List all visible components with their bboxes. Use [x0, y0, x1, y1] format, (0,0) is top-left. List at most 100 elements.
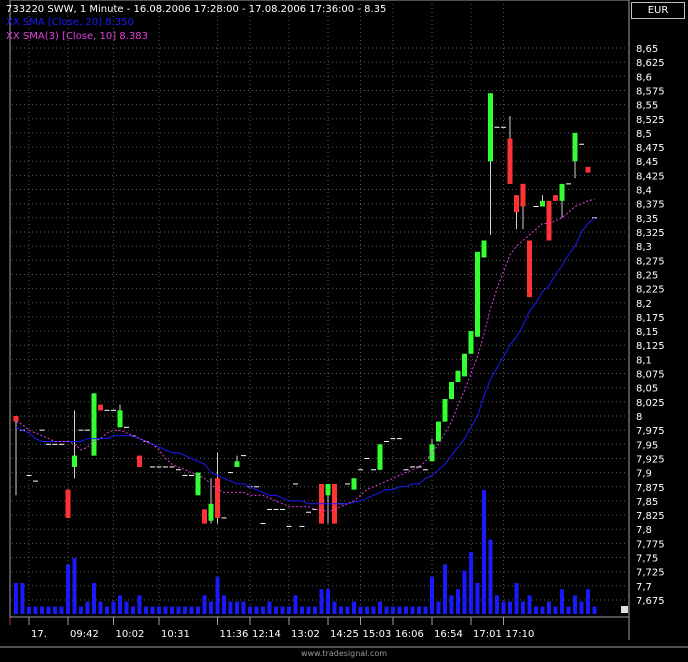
x-tick-label: 09:42	[70, 629, 99, 640]
candle-body	[488, 93, 493, 162]
y-tick-label: 8,075	[636, 370, 665, 381]
volume-bar	[521, 601, 525, 614]
candle-body	[559, 183, 565, 201]
volume-bar	[196, 606, 200, 614]
x-tick-label: 10:02	[116, 629, 145, 640]
candle-body	[481, 240, 487, 258]
volume-bar	[131, 606, 135, 614]
y-tick-label: 8,65	[636, 44, 658, 55]
volume-bar	[300, 606, 304, 614]
y-tick-label: 8,025	[636, 398, 665, 409]
candle-body	[585, 166, 591, 173]
legend-sma20: XX SMA [Close, 20] 8.350	[6, 17, 134, 28]
volume-bar	[566, 606, 571, 614]
volume-bar	[547, 601, 551, 614]
y-tick-label: 8,35	[636, 214, 658, 225]
y-tick-label: 8,125	[636, 341, 665, 352]
candle-body	[507, 138, 513, 184]
candle-body	[546, 200, 552, 241]
candle-body	[436, 421, 441, 442]
volume-bar	[332, 601, 337, 614]
y-tick-label: 7,975	[636, 426, 665, 437]
y-tick-label: 8,575	[636, 86, 665, 97]
volume-bar	[306, 606, 311, 614]
volume-bar	[540, 606, 545, 614]
candle-body	[208, 503, 214, 521]
volume-bar	[313, 606, 317, 614]
volume-bar	[371, 606, 376, 614]
candle-body	[377, 444, 383, 470]
volume-bar	[66, 564, 70, 614]
y-tick-label: 7,825	[636, 511, 665, 522]
y-tick-label: 7,7	[636, 582, 652, 593]
volume-bar	[33, 606, 38, 614]
y-tick-label: 7,875	[636, 483, 665, 494]
candle-body	[98, 404, 103, 411]
candle-body	[540, 200, 545, 207]
x-axis-labels: 17. 09:42 10:02 10:31 11:36 12:14 13:02 14:25 15…	[28, 617, 534, 640]
y-axis-labels: 8,65 8,625 8,6 8,575 8,55 8,525 8,5 8,475 8,45 8,…	[636, 44, 665, 607]
y-tick-label: 7,675	[636, 596, 665, 607]
volume-bar	[92, 583, 96, 614]
volume-bar	[319, 589, 324, 614]
volume-bar	[345, 606, 350, 614]
volume-bar	[339, 606, 343, 614]
volume-bar	[241, 601, 246, 614]
volume-bar	[534, 606, 538, 614]
volume-bar	[553, 606, 558, 614]
volume-bar	[79, 606, 83, 614]
candle-body	[117, 410, 123, 428]
volume-bar	[209, 601, 213, 614]
volume-bar	[274, 606, 278, 614]
x-tick-label: 17:01	[473, 629, 502, 640]
y-tick-label: 8,425	[636, 171, 665, 182]
y-tick-label: 7,75	[636, 554, 658, 565]
volume-bar	[391, 606, 395, 614]
candle-body	[72, 455, 77, 467]
volume-bar	[573, 595, 577, 614]
volume-bar	[404, 606, 408, 614]
volume-bar	[482, 490, 486, 614]
volume-bar	[215, 576, 220, 614]
x-tick-label: 13:02	[291, 629, 320, 640]
chart-frame	[0, 0, 688, 648]
candle-body	[520, 183, 526, 207]
volume-bar	[397, 606, 402, 614]
volume-bar	[579, 601, 584, 614]
volume-bar	[560, 589, 564, 614]
sma10-line	[15, 198, 595, 513]
y-tick-label: 8,2	[636, 299, 652, 310]
volume-bar	[53, 606, 57, 614]
volume-bar	[228, 601, 233, 614]
x-tick-label: 11:36	[220, 629, 249, 640]
volume-bar	[378, 601, 382, 614]
volume-bar	[111, 601, 116, 614]
y-tick-label: 8,475	[636, 143, 665, 154]
volume-bar	[267, 601, 272, 614]
volume-bar	[46, 606, 51, 614]
volume-bar	[27, 606, 31, 614]
y-tick-label: 7,775	[636, 539, 665, 550]
y-tick-label: 8,45	[636, 157, 658, 168]
sma20-line	[15, 217, 595, 505]
volume-bar	[449, 595, 454, 614]
y-tick-label: 7,9	[636, 469, 652, 480]
volume-bar	[170, 606, 174, 614]
candle-body	[429, 444, 435, 462]
y-tick-label: 8,3	[636, 242, 652, 253]
volume-bar	[508, 601, 512, 614]
candle-body	[475, 251, 480, 337]
candle-body	[195, 472, 201, 496]
candle-body	[514, 195, 519, 213]
x-tick-label: 16:54	[434, 629, 463, 640]
y-tick-label: 8,375	[636, 200, 665, 211]
volume-bar	[456, 589, 460, 614]
y-tick-label: 8,05	[636, 384, 658, 395]
volume-bar	[72, 558, 77, 614]
volume-bar	[176, 606, 181, 614]
volume-bar	[488, 539, 493, 614]
y-tick-label: 8	[636, 412, 642, 423]
volume-bar	[261, 606, 265, 614]
x-tick-label: 16:06	[395, 629, 424, 640]
volume-bar	[352, 601, 356, 614]
